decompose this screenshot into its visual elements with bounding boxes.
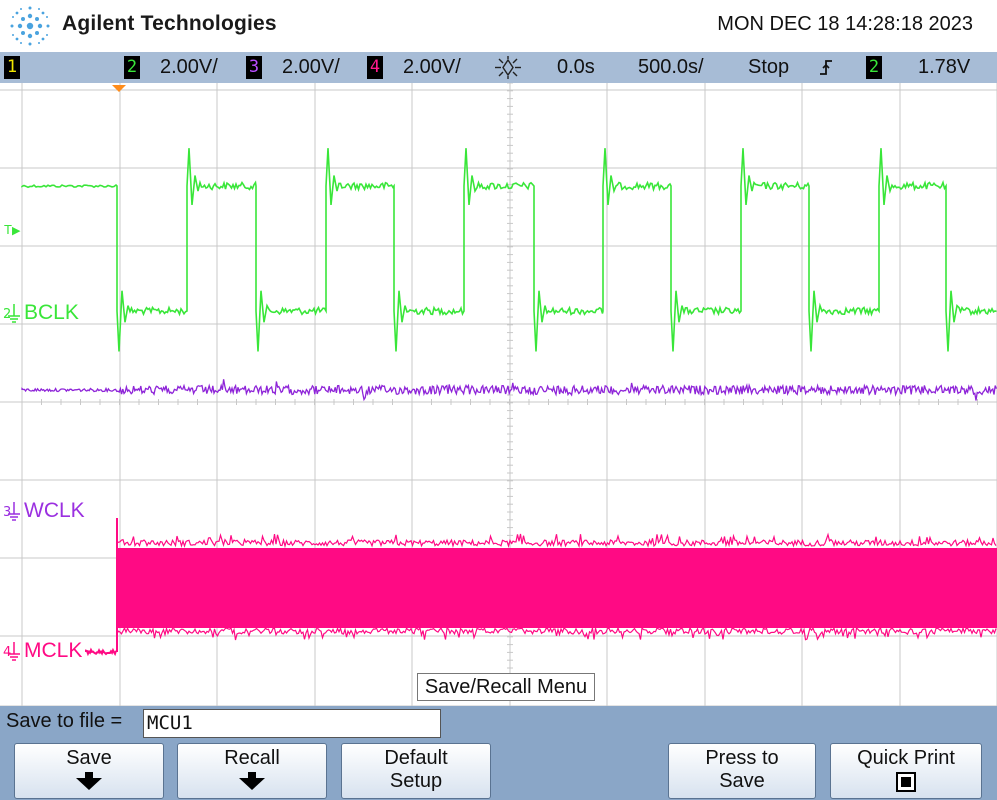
trigger-level: 1.78V xyxy=(918,56,971,78)
horizontal-delay: 0.0s xyxy=(557,56,595,78)
bclk-label: BCLK xyxy=(24,301,79,324)
channel-2-scale: 2.00V/ xyxy=(160,56,218,78)
press-to-save-label-line1: Press to xyxy=(705,747,779,769)
mclk-trace-band xyxy=(117,548,997,628)
timebase-scale: 500.0s/ xyxy=(638,56,704,78)
print-indicator-icon xyxy=(896,772,916,792)
channel-3-label: 3 WCLK xyxy=(2,499,85,523)
save-button[interactable]: Save xyxy=(14,743,164,799)
header: Agilent Technologies MON DEC 18 14:28:18… xyxy=(0,0,997,52)
quick-print-button[interactable]: Quick Print xyxy=(830,743,982,799)
arrow-down-icon xyxy=(239,778,265,790)
bclk-trace xyxy=(21,148,997,352)
ground-marker-icon: 3 xyxy=(3,502,20,521)
recall-button[interactable]: Recall xyxy=(177,743,327,799)
channel-3-scale: 2.00V/ xyxy=(282,56,340,78)
horizontal-position-icon xyxy=(495,56,521,79)
press-to-save-button[interactable]: Press to Save xyxy=(668,743,816,799)
channel-2-label: 2 BCLK xyxy=(2,301,79,325)
save-to-file-label: Save to file = xyxy=(6,710,123,732)
softkey-bar: Save to file = MCU1 Save Recall Default … xyxy=(0,706,997,800)
quick-print-label: Quick Print xyxy=(857,747,955,769)
status-bar: 1 2 2.00V/ 3 2.00V/ 4 2.00V/ 0.0s 500.0s… xyxy=(0,52,997,83)
waveform-canvas xyxy=(0,83,997,706)
wclk-trace xyxy=(21,379,997,402)
menu-title: Save/Recall Menu xyxy=(417,673,595,701)
wclk-label: WCLK xyxy=(24,499,85,522)
default-setup-button[interactable]: Default Setup xyxy=(341,743,491,799)
recall-button-label: Recall xyxy=(224,747,280,769)
waveform-display[interactable]: 2 BCLK 3 WCLK 4 MCLK T▶ Save/Recall Menu xyxy=(0,83,997,706)
agilent-spark-logo-icon xyxy=(10,6,50,46)
default-setup-label-line2: Setup xyxy=(389,770,443,792)
press-to-save-label-line2: Save xyxy=(719,770,765,792)
mclk-label: MCLK xyxy=(24,639,83,662)
trigger-source-badge[interactable]: 2 xyxy=(866,56,882,79)
ground-marker-icon: 4 xyxy=(3,642,20,661)
channel-4-scale: 2.00V/ xyxy=(403,56,461,78)
mclk-trace-idle xyxy=(85,647,117,657)
filename-field[interactable]: MCU1 xyxy=(143,709,441,738)
arrow-down-icon xyxy=(76,778,102,790)
save-button-label: Save xyxy=(66,747,112,769)
run-state: Stop xyxy=(748,56,790,78)
channel-4-badge[interactable]: 4 xyxy=(367,56,383,79)
channel-3-badge[interactable]: 3 xyxy=(246,56,262,79)
channel-4-label: 4 MCLK xyxy=(2,639,82,663)
datetime: MON DEC 18 14:28:18 2023 xyxy=(717,13,973,35)
channel-1-badge[interactable]: 1 xyxy=(4,56,20,79)
trigger-level-marker: T▶ xyxy=(4,222,21,237)
ground-marker-icon: 2 xyxy=(3,304,20,323)
trigger-position-marker xyxy=(112,85,126,92)
channel-2-badge[interactable]: 2 xyxy=(124,56,140,79)
trigger-level-letter: T xyxy=(4,222,12,237)
default-setup-label-line1: Default xyxy=(384,747,448,769)
trigger-edge-icon xyxy=(820,60,832,75)
brand-name: Agilent Technologies xyxy=(62,12,277,35)
